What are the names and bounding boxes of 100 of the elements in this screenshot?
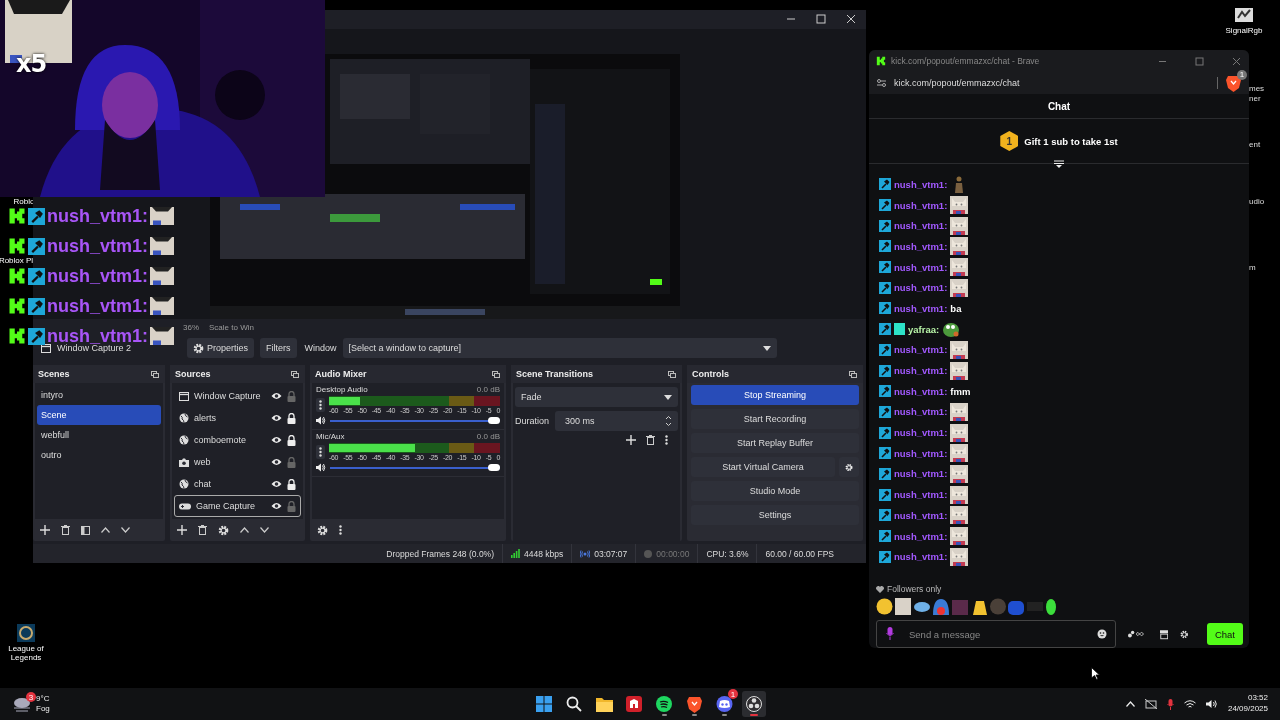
chat-username[interactable]: nush_vtm1: xyxy=(894,282,948,294)
desktop-icon-label[interactable]: mes xyxy=(1249,84,1265,93)
chat-username[interactable]: nush_vtm1: xyxy=(894,489,948,501)
chat-username[interactable]: nush_vtm1: xyxy=(894,178,948,190)
scene-item[interactable]: Scene xyxy=(37,405,161,426)
message-field[interactable]: Send a message xyxy=(876,620,1116,648)
chat-username[interactable]: nush_vtm1: xyxy=(894,365,948,377)
settings-icon[interactable] xyxy=(845,461,853,473)
chat-username[interactable]: nush_vtm1: xyxy=(894,302,948,314)
source-item[interactable]: Game Capture xyxy=(174,495,301,518)
trash-icon[interactable] xyxy=(61,525,70,536)
more-icon[interactable] xyxy=(339,525,342,536)
eye-icon[interactable] xyxy=(271,502,282,511)
site-settings-icon[interactable] xyxy=(877,79,886,87)
add-icon[interactable] xyxy=(626,435,636,446)
undock-icon[interactable] xyxy=(668,370,676,378)
virtual-camera-settings-button[interactable] xyxy=(839,457,859,478)
chat-username[interactable]: nush_vtm1: xyxy=(894,509,948,521)
maximize-icon[interactable] xyxy=(816,14,826,25)
chat-username[interactable]: nush_vtm1: xyxy=(894,220,948,232)
scale-mode[interactable]: Scale to Win xyxy=(209,323,254,333)
chat-username[interactable]: nush_vtm1: xyxy=(894,551,948,563)
trash-icon[interactable] xyxy=(198,525,207,536)
trash-icon[interactable] xyxy=(646,435,655,446)
more-icon[interactable] xyxy=(319,447,322,458)
scene-item[interactable]: webfull xyxy=(37,425,161,446)
chat-username[interactable]: nush_vtm1: xyxy=(894,447,948,459)
chevron-up-icon[interactable] xyxy=(1125,701,1135,707)
desktop-icon-label[interactable]: SignalRgb xyxy=(1225,26,1263,36)
microphone-icon[interactable] xyxy=(886,627,894,640)
settings-icon[interactable] xyxy=(218,524,229,536)
move-up-icon[interactable] xyxy=(101,527,110,534)
volume-slider[interactable] xyxy=(330,463,500,472)
control-button[interactable]: Stop Streaming xyxy=(691,385,859,406)
emoji-icon[interactable] xyxy=(1097,629,1107,639)
speaker-icon[interactable] xyxy=(316,416,326,426)
add-icon[interactable] xyxy=(40,525,50,536)
control-button[interactable]: Start Replay Buffer xyxy=(691,433,859,454)
desktop-icon-label[interactable]: Roblox Pl xyxy=(0,256,34,266)
eye-icon[interactable] xyxy=(271,458,282,467)
scene-item[interactable]: intyro xyxy=(37,385,161,406)
speaker-icon[interactable] xyxy=(316,463,326,473)
speaker-icon[interactable] xyxy=(1205,699,1218,709)
desktop-icon-label[interactable]: ent xyxy=(1249,140,1261,149)
chat-username[interactable]: nush_vtm1: xyxy=(894,530,948,542)
undock-icon[interactable] xyxy=(492,370,500,378)
source-item[interactable]: web xyxy=(174,451,301,474)
settings-icon[interactable] xyxy=(1180,628,1189,640)
control-button[interactable]: Start Recording xyxy=(691,409,859,430)
window-dropdown[interactable]: [Select a window to capture] xyxy=(342,338,777,359)
store-icon[interactable] xyxy=(1160,628,1169,640)
undock-icon[interactable] xyxy=(291,370,299,378)
desktop-icon-label[interactable]: m xyxy=(1249,263,1256,272)
weather-condition[interactable]: Fog xyxy=(36,704,50,714)
maximize-icon[interactable] xyxy=(1195,56,1204,66)
source-item[interactable]: Window Capture xyxy=(174,385,301,408)
temperature[interactable]: 9°C xyxy=(36,694,50,704)
move-up-icon[interactable] xyxy=(240,527,249,534)
duration-field[interactable]: 300 ms xyxy=(555,411,678,432)
source-item[interactable]: comboemote xyxy=(174,429,301,452)
chat-username[interactable]: nush_vtm1: xyxy=(894,261,948,273)
channel-menu-button[interactable] xyxy=(316,445,325,460)
source-item[interactable]: alerts xyxy=(174,407,301,430)
settings-icon[interactable] xyxy=(317,524,328,536)
channel-menu-button[interactable] xyxy=(316,398,325,413)
desktop-icon-label[interactable]: League of Legends xyxy=(0,644,52,663)
scene-item[interactable]: outro xyxy=(37,445,161,466)
gift-prompt[interactable]: Gift 1 sub to take 1st xyxy=(1024,135,1118,147)
add-icon[interactable] xyxy=(177,525,187,536)
volume-slider[interactable] xyxy=(330,416,500,425)
fog-cloud-icon[interactable] xyxy=(12,696,32,712)
chat-username[interactable]: nush_vtm1: xyxy=(894,199,948,211)
spin-arrows-icon[interactable] xyxy=(665,415,672,428)
transition-dropdown[interactable]: Fade xyxy=(515,387,678,408)
filters-button[interactable]: Filters xyxy=(260,338,297,359)
expand-icon[interactable] xyxy=(1054,160,1064,168)
eye-icon[interactable] xyxy=(271,414,282,423)
clock-date[interactable]: 24/09/2025 xyxy=(1227,704,1268,715)
lock-icon[interactable] xyxy=(287,434,296,446)
source-item[interactable]: chat xyxy=(174,473,301,496)
desktop-icon-label[interactable]: udio xyxy=(1249,197,1265,206)
chat-username[interactable]: nush_vtm1: xyxy=(894,468,948,480)
lock-icon[interactable] xyxy=(287,478,296,490)
properties-button[interactable]: Properties xyxy=(187,338,255,359)
close-icon[interactable] xyxy=(846,14,856,25)
app-shortcut-icon[interactable] xyxy=(15,622,37,644)
filter-icon[interactable] xyxy=(81,525,90,535)
control-button[interactable]: Start Virtual Camera xyxy=(691,457,835,478)
move-down-icon[interactable] xyxy=(121,527,130,534)
eye-icon[interactable] xyxy=(271,480,282,489)
wifi-icon[interactable] xyxy=(1183,699,1196,709)
address-bar[interactable]: kick.com/popout/emmazxc/chat xyxy=(894,78,1209,88)
chat-username[interactable]: nush_vtm1: xyxy=(894,344,948,356)
microphone-icon[interactable] xyxy=(1166,698,1174,710)
more-icon[interactable] xyxy=(665,435,668,446)
settings-icon[interactable] xyxy=(193,342,204,354)
move-down-icon[interactable] xyxy=(260,527,269,534)
desktop-icon-label[interactable]: ner xyxy=(1249,94,1261,103)
chat-username[interactable]: nush_vtm1: xyxy=(894,240,948,252)
control-button[interactable]: Studio Mode xyxy=(691,481,859,502)
